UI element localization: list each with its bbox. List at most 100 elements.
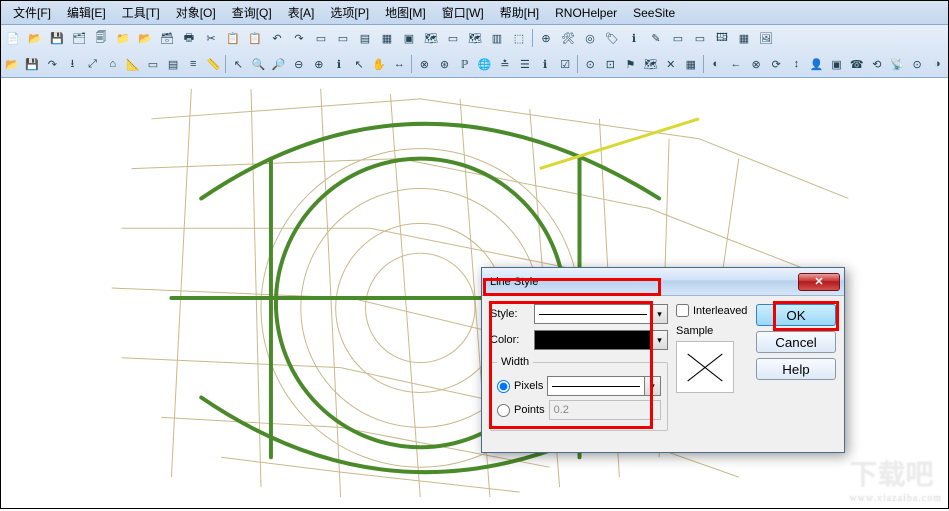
toolbar-button[interactable]: ◎ (580, 28, 600, 48)
toolbar-button[interactable]: ▭ (144, 54, 162, 74)
toolbar-button[interactable]: 🔎 (270, 54, 288, 74)
points-radio[interactable] (497, 404, 510, 417)
toolbar-button[interactable]: 📂 (3, 54, 21, 74)
toolbar-button[interactable]: ⊡ (601, 54, 619, 74)
cancel-button[interactable]: Cancel (756, 331, 836, 353)
toolbar-button[interactable]: ⟲ (868, 54, 886, 74)
toolbar-button[interactable]: ↷ (43, 54, 61, 74)
toolbar-button[interactable]: 📋 (223, 28, 243, 48)
menu-table[interactable]: 表[A] (280, 2, 323, 23)
toolbar-button[interactable]: ☰ (516, 54, 534, 74)
toolbar-button[interactable]: ▭ (443, 28, 463, 48)
toolbar-button[interactable]: ▤ (355, 28, 375, 48)
close-button[interactable]: ✕ (798, 273, 840, 291)
toolbar-button[interactable]: ⊖ (290, 54, 308, 74)
toolbar-button[interactable]: ⚑ (621, 54, 639, 74)
toolbar-button[interactable]: 🔍 (249, 54, 267, 74)
menu-options[interactable]: 选项[P] (322, 2, 377, 23)
toolbar-button[interactable]: ✋ (370, 54, 388, 74)
toolbar-button[interactable]: ▭ (690, 28, 710, 48)
toolbar-button[interactable]: 📁 (113, 28, 133, 48)
toolbar-button[interactable]: 🖶 (179, 28, 199, 48)
pixels-dropdown[interactable]: ▾ (547, 376, 661, 396)
toolbar-button[interactable]: ▦ (377, 28, 397, 48)
toolbar-button[interactable]: ↕ (787, 54, 805, 74)
toolbar-button[interactable]: ☎ (848, 54, 866, 74)
menu-tools[interactable]: 工具[T] (114, 2, 168, 23)
toolbar-button[interactable]: ≡ (184, 54, 202, 74)
toolbar-button[interactable]: ⊗ (415, 54, 433, 74)
toolbar-button[interactable]: 🗂 (69, 28, 89, 48)
toolbar-button[interactable]: ✕ (662, 54, 680, 74)
ok-button[interactable]: OK (756, 304, 836, 326)
toolbar-button[interactable]: 👤 (807, 54, 825, 74)
menu-query[interactable]: 查询[Q] (224, 2, 280, 23)
toolbar-button[interactable]: 📂 (135, 28, 155, 48)
toolbar-button[interactable]: ▣ (828, 54, 846, 74)
interleaved-checkbox[interactable] (676, 304, 689, 317)
toolbar-button[interactable]: ⊙ (581, 54, 599, 74)
color-dropdown[interactable]: ▾ (534, 330, 668, 350)
menu-rnohelper[interactable]: RNOHelper (547, 4, 625, 22)
toolbar-button[interactable]: 📋 (245, 28, 265, 48)
toolbar-button[interactable]: 📡 (888, 54, 906, 74)
pixels-radio[interactable] (497, 380, 510, 393)
help-button[interactable]: Help (756, 358, 836, 380)
toolbar-button[interactable]: 📏 (204, 54, 222, 74)
menu-seesite[interactable]: SeeSite (625, 4, 683, 22)
toolbar-button[interactable]: ℹ (536, 54, 554, 74)
menu-window[interactable]: 窗口[W] (434, 2, 492, 23)
toolbar-button[interactable]: ✎ (646, 28, 666, 48)
toolbar-button[interactable]: ↖ (229, 54, 247, 74)
toolbar-button[interactable]: ≛ (496, 54, 514, 74)
toolbar-button[interactable]: ↶ (267, 28, 287, 48)
menu-file[interactable]: 文件[F] (5, 2, 59, 23)
toolbar-button[interactable]: 🗺 (465, 28, 485, 48)
toolbar-button[interactable]: ℙ (456, 54, 474, 74)
toolbar-button[interactable]: 🖼 (756, 28, 776, 48)
toolbar-button[interactable]: ▦ (682, 54, 700, 74)
toolbar-button[interactable]: ▭ (311, 28, 331, 48)
toolbar-button[interactable]: ▦ (734, 28, 754, 48)
menu-object[interactable]: 对象[O] (168, 2, 224, 23)
toolbar-button[interactable]: ⬚ (509, 28, 529, 48)
toolbar-button[interactable]: ⊛ (435, 54, 453, 74)
menu-help[interactable]: 帮助[H] (492, 2, 547, 23)
toolbar-button[interactable]: 💾 (23, 54, 41, 74)
toolbar-button[interactable]: 🖽 (712, 28, 732, 48)
toolbar-button[interactable]: 🛠 (558, 28, 578, 48)
dialog-titlebar[interactable]: Line Style ✕ (482, 268, 844, 296)
toolbar-button[interactable]: ◐ (707, 54, 725, 74)
toolbar-button[interactable]: 📄 (3, 28, 23, 48)
toolbar-button[interactable]: 🌐 (476, 54, 494, 74)
toolbar-button[interactable]: ▣ (399, 28, 419, 48)
toolbar-button[interactable]: 💾 (47, 28, 67, 48)
toolbar-button[interactable]: ✂ (201, 28, 221, 48)
menu-edit[interactable]: 编辑[E] (59, 2, 114, 23)
toolbar-button[interactable]: ⊕ (310, 54, 328, 74)
toolbar-button[interactable]: 🗺 (421, 28, 441, 48)
toolbar-button[interactable]: 📐 (124, 54, 142, 74)
toolbar-button[interactable]: ← (727, 54, 745, 74)
toolbar-button[interactable]: ⤢ (84, 54, 102, 74)
toolbar-button[interactable]: ▭ (333, 28, 353, 48)
toolbar-button[interactable]: ⊕ (536, 28, 556, 48)
style-dropdown[interactable]: ▾ (534, 304, 668, 324)
toolbar-button[interactable]: ⭳ (63, 54, 81, 74)
toolbar-button[interactable]: ↖ (350, 54, 368, 74)
toolbar-button[interactable]: 🗐 (91, 28, 111, 48)
toolbar-button[interactable]: ↔ (390, 54, 408, 74)
toolbar-button[interactable]: ☑ (556, 54, 574, 74)
toolbar-button[interactable]: ⟳ (767, 54, 785, 74)
toolbar-button[interactable]: 📂 (25, 28, 45, 48)
toolbar-button[interactable]: ▭ (668, 28, 688, 48)
toolbar-button[interactable]: ⊙ (908, 54, 926, 74)
toolbar-button[interactable]: 🗃 (157, 28, 177, 48)
toolbar-button[interactable]: ⊗ (747, 54, 765, 74)
toolbar-button[interactable]: ℹ (330, 54, 348, 74)
toolbar-button[interactable]: ⌂ (104, 54, 122, 74)
toolbar-button[interactable]: ↷ (289, 28, 309, 48)
toolbar-button[interactable]: 🗺 (642, 54, 660, 74)
toolbar-button[interactable]: 🏷 (602, 28, 622, 48)
toolbar-button[interactable]: ℹ (624, 28, 644, 48)
